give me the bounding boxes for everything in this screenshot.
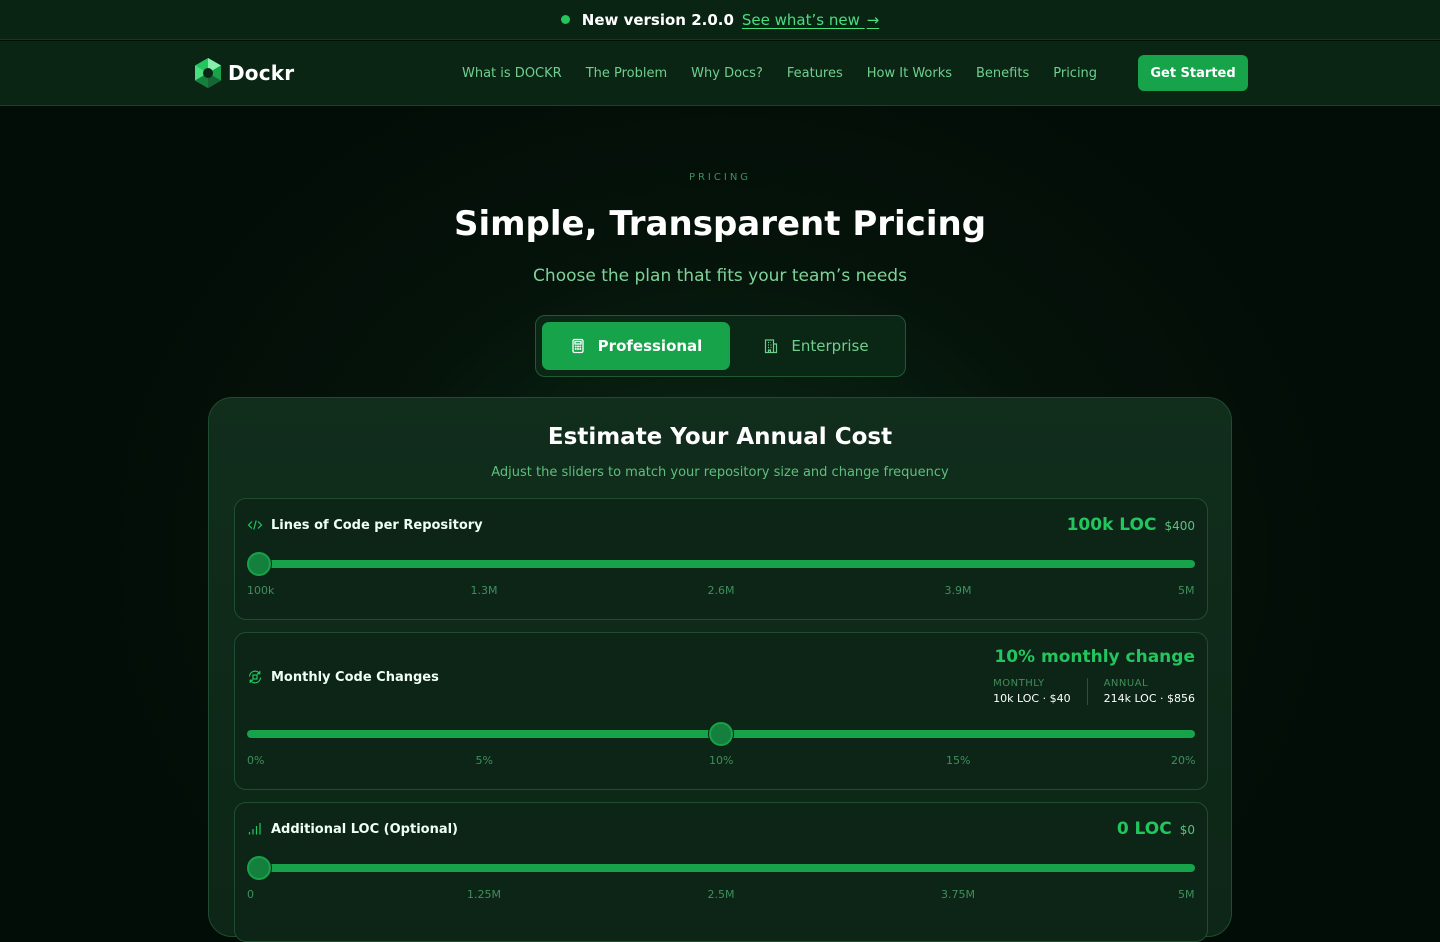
loc-slider-thumb[interactable] bbox=[247, 552, 271, 576]
cost-estimator-card: Estimate Your Annual Cost Adjust the sli… bbox=[208, 397, 1232, 942]
changes-tick: 10% bbox=[709, 754, 734, 767]
monthly-stat: MONTHLY 10k LOC · $40 bbox=[993, 678, 1088, 705]
nav-link-benefits[interactable]: Benefits bbox=[976, 66, 1029, 81]
loc-tick: 100k bbox=[247, 584, 275, 597]
page-subtitle: Choose the plan that fits your team’s ne… bbox=[533, 266, 907, 286]
changes-tick: 15% bbox=[946, 754, 971, 767]
loc-tick: 3.9M bbox=[944, 584, 972, 597]
additional-tick: 5M bbox=[1178, 888, 1195, 901]
brand-name: Dockr bbox=[228, 61, 295, 85]
monthly-stat-value: 10k LOC · $40 bbox=[993, 692, 1071, 705]
brand-logo[interactable]: Dockr bbox=[194, 57, 294, 89]
additional-price: $0 bbox=[1179, 823, 1195, 837]
changes-label: Monthly Code Changes bbox=[247, 669, 439, 685]
changes-slider-thumb[interactable] bbox=[709, 722, 733, 746]
dockr-logo-icon bbox=[195, 58, 221, 88]
nav-link-the-problem[interactable]: The Problem bbox=[586, 66, 667, 81]
additional-tick: 3.75M bbox=[941, 888, 975, 901]
additional-tick: 2.5M bbox=[707, 888, 735, 901]
changes-tick-labels: 0% 5% 10% 15% 20% bbox=[247, 754, 1195, 768]
changes-tick: 0% bbox=[247, 754, 265, 767]
tab-professional[interactable]: Professional bbox=[542, 322, 730, 370]
estimator-subtitle: Adjust the sliders to match your reposit… bbox=[491, 465, 949, 480]
additional-amount: 0 LOC bbox=[1116, 819, 1172, 839]
additional-tick: 1.25M bbox=[467, 888, 501, 901]
section-eyebrow: PRICING bbox=[688, 172, 752, 183]
loc-tick: 1.3M bbox=[470, 584, 498, 597]
additional-slider-track[interactable] bbox=[247, 864, 1195, 872]
tab-enterprise[interactable]: Enterprise bbox=[732, 322, 900, 370]
annual-stat-label: ANNUAL bbox=[1103, 678, 1149, 689]
tab-professional-label: Professional bbox=[597, 337, 703, 355]
loc-price: $400 bbox=[1164, 519, 1195, 533]
top-navbar: Dockr What is DOCKR The Problem Why Docs… bbox=[0, 41, 1440, 106]
changes-tick: 20% bbox=[1171, 754, 1196, 767]
nav-link-features[interactable]: Features bbox=[787, 66, 843, 81]
additional-slider-thumb[interactable] bbox=[247, 856, 271, 880]
loc-value: 100k LOC $400 bbox=[1067, 515, 1195, 535]
loc-slider-panel: Lines of Code per Repository 100k LOC $4… bbox=[234, 498, 1208, 620]
changes-amount: 10% monthly change bbox=[994, 647, 1195, 667]
refresh-icon bbox=[248, 670, 262, 684]
changes-tick: 5% bbox=[475, 754, 493, 767]
signal-bars-icon bbox=[248, 823, 261, 835]
annual-stat-value: 214k LOC · $856 bbox=[1103, 692, 1195, 705]
loc-amount: 100k LOC bbox=[1066, 515, 1157, 535]
page-title: Simple, Transparent Pricing bbox=[453, 204, 987, 244]
changes-value: 10% monthly change bbox=[994, 647, 1195, 667]
calculator-icon bbox=[572, 338, 584, 354]
additional-value: 0 LOC $0 bbox=[1117, 819, 1195, 839]
loc-tick: 5M bbox=[1178, 584, 1195, 597]
version-label: New version 2.0.0 bbox=[581, 10, 734, 29]
loc-slider-track[interactable] bbox=[247, 560, 1195, 568]
additional-tick: 0 bbox=[247, 888, 254, 901]
loc-label: Lines of Code per Repository bbox=[247, 517, 483, 533]
tab-enterprise-label: Enterprise bbox=[791, 337, 869, 355]
plan-toggle: Professional Enterprise bbox=[535, 315, 906, 377]
nav-links: What is DOCKR The Problem Why Docs? Feat… bbox=[462, 41, 1097, 105]
arrow-right-icon: → bbox=[866, 10, 880, 29]
nav-link-why-docs[interactable]: Why Docs? bbox=[691, 66, 763, 81]
status-dot-icon bbox=[560, 15, 570, 24]
changes-slider-panel: Monthly Code Changes 10% monthly change … bbox=[234, 632, 1208, 790]
building-icon bbox=[765, 339, 778, 354]
estimator-title: Estimate Your Annual Cost bbox=[547, 424, 893, 450]
nav-link-pricing[interactable]: Pricing bbox=[1053, 66, 1097, 81]
additional-label: Additional LOC (Optional) bbox=[247, 821, 458, 837]
nav-link-what-is-dockr[interactable]: What is DOCKR bbox=[462, 66, 562, 81]
nav-link-how-it-works[interactable]: How It Works bbox=[867, 66, 952, 81]
whats-new-link[interactable]: See what’s new → bbox=[742, 11, 879, 29]
get-started-button[interactable]: Get Started bbox=[1138, 55, 1248, 91]
announcement-bar: New version 2.0.0 See what’s new → bbox=[0, 0, 1440, 40]
changes-breakdown: MONTHLY 10k LOC · $40 ANNUAL 214k LOC · … bbox=[993, 678, 1195, 705]
loc-tick-labels: 100k 1.3M 2.6M 3.9M 5M bbox=[247, 584, 1195, 598]
code-icon bbox=[247, 520, 263, 530]
monthly-stat-label: MONTHLY bbox=[993, 678, 1045, 689]
additional-slider-panel: Additional LOC (Optional) 0 LOC $0 0 1.2… bbox=[234, 802, 1208, 942]
annual-stat: ANNUAL 214k LOC · $856 bbox=[1088, 678, 1195, 705]
loc-tick: 2.6M bbox=[707, 584, 735, 597]
